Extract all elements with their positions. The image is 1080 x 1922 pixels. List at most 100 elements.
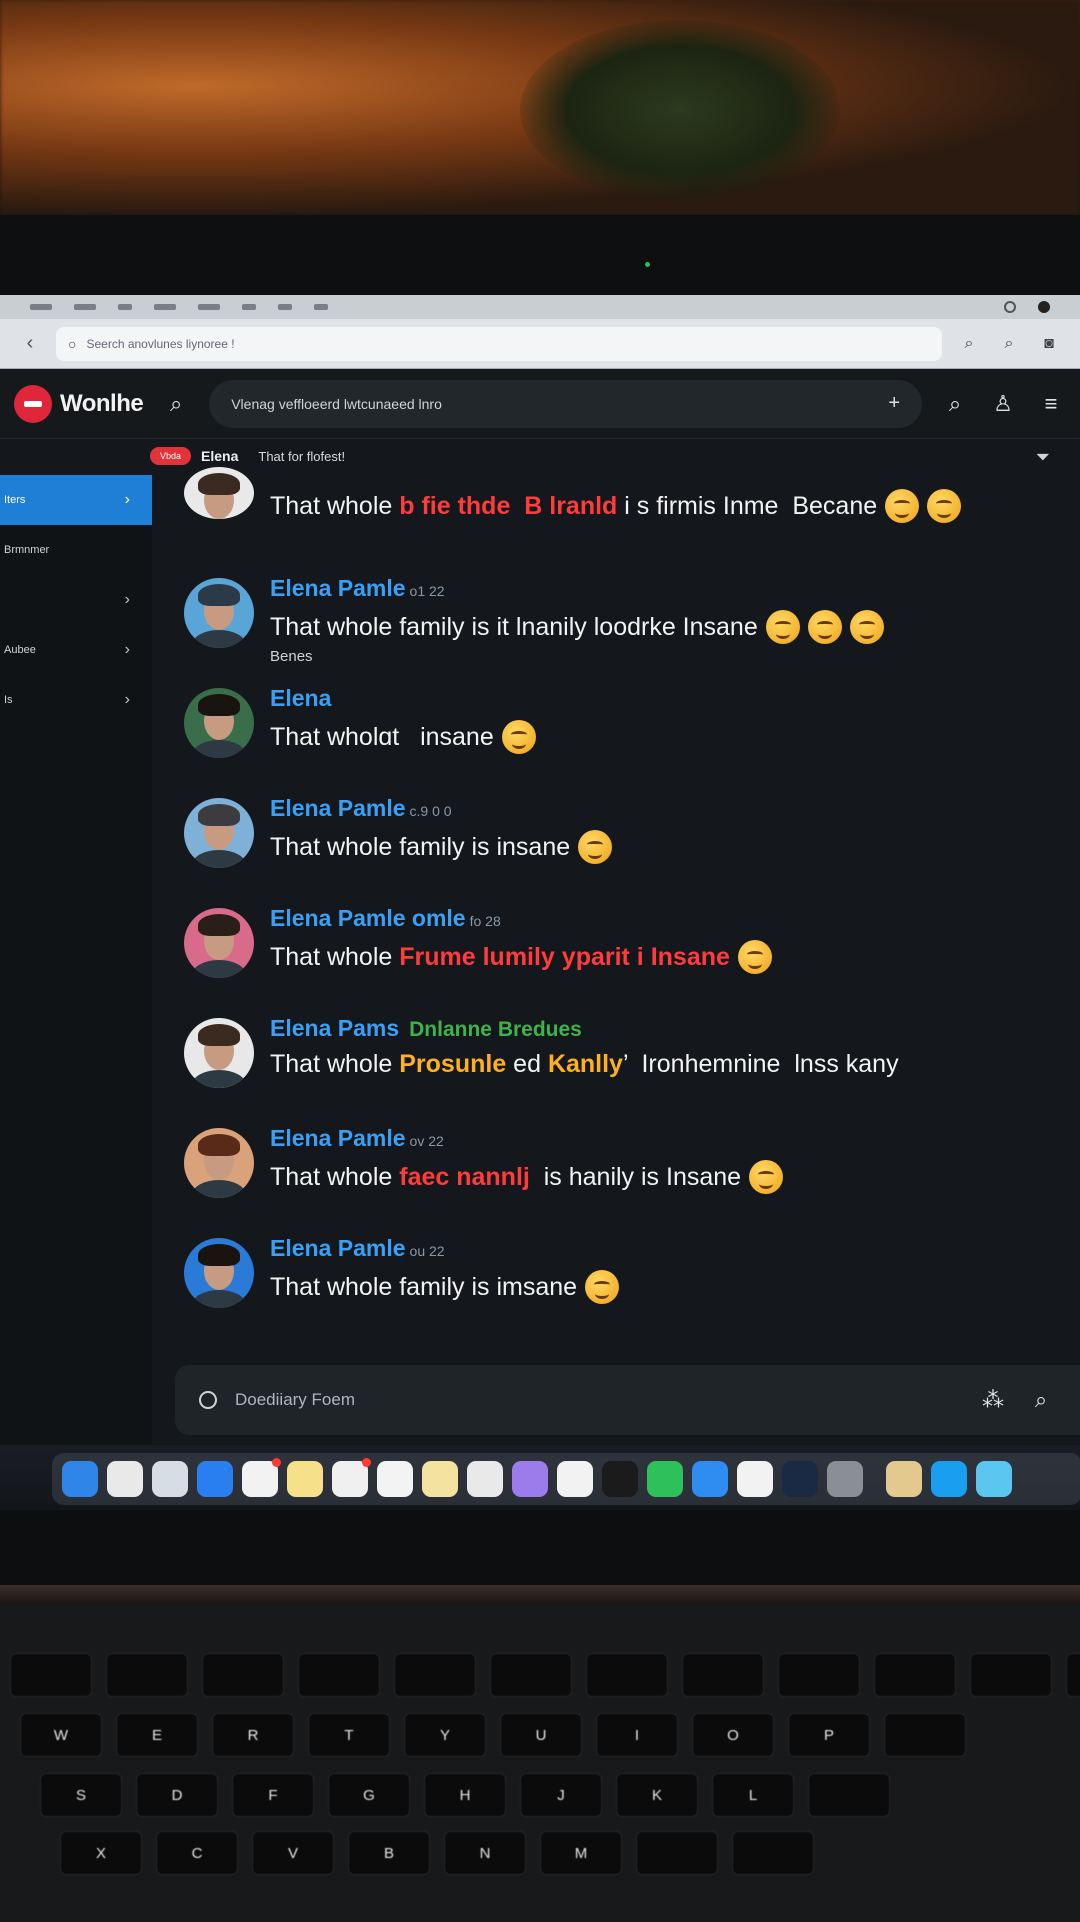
sidebar-item[interactable]: › (0, 575, 152, 625)
profile-icon[interactable]: ♙ (988, 391, 1018, 417)
menu-item[interactable] (242, 304, 256, 310)
avatar[interactable] (184, 798, 254, 868)
keyboard-key[interactable]: O (692, 1713, 774, 1757)
search-icon[interactable]: ⌕ (161, 391, 191, 417)
sidebar-item[interactable]: Is › (0, 675, 152, 725)
sidebar-item[interactable]: Iters › (0, 475, 152, 525)
extension-icon[interactable]: ◙ (1036, 335, 1062, 353)
keyboard-key[interactable]: F (232, 1773, 314, 1817)
keyboard-key[interactable] (10, 1653, 92, 1697)
menu-item[interactable] (74, 304, 96, 310)
address-bar[interactable]: ○ Seerch anovlunes liynoree ! (56, 326, 942, 361)
keyboard-key[interactable] (586, 1653, 668, 1697)
keyboard-key[interactable]: V (252, 1831, 334, 1875)
search-icon[interactable]: ⌕ (956, 335, 982, 353)
keyboard-key[interactable]: G (328, 1773, 410, 1817)
keyboard-key[interactable]: C (156, 1831, 238, 1875)
keyboard-key[interactable] (394, 1653, 476, 1697)
keyboard-key[interactable]: K (616, 1773, 698, 1817)
dock-app-icon[interactable] (197, 1461, 233, 1497)
menu-item[interactable] (314, 304, 328, 310)
keyboard-key[interactable]: U (500, 1713, 582, 1757)
keyboard-key[interactable] (884, 1713, 966, 1757)
dock-app-icon[interactable] (737, 1461, 773, 1497)
filter-icon[interactable]: ⏷ (1036, 447, 1050, 468)
keyboard-key[interactable] (202, 1653, 284, 1697)
menu-item[interactable] (278, 304, 292, 310)
message-author[interactable]: Elena Pamle ov 22 (270, 1125, 444, 1152)
menu-item[interactable] (118, 304, 132, 310)
dock-app-icon[interactable] (242, 1458, 281, 1497)
dock-app-icon[interactable] (602, 1461, 638, 1497)
keyboard-key[interactable]: B (348, 1831, 430, 1875)
dock-app-icon[interactable] (422, 1461, 458, 1497)
keyboard-key[interactable] (106, 1653, 188, 1697)
grid-icon[interactable]: ⁂ (978, 1387, 1008, 1413)
plus-icon[interactable]: + (888, 392, 900, 415)
dock-app-icon[interactable] (512, 1461, 548, 1497)
keyboard-key[interactable] (636, 1831, 718, 1875)
message-row[interactable]: Elena Pamle ou 22 That whole family is ims… (180, 1230, 1060, 1340)
avatar[interactable] (184, 908, 254, 978)
search-icon[interactable]: ⌕ (996, 335, 1022, 353)
keyboard-key[interactable]: J (520, 1773, 602, 1817)
message-composer[interactable]: Doediiary Foem ⁂ ⌕ (175, 1365, 1080, 1435)
message-author[interactable]: Elena Pamle o1 22 (270, 575, 445, 602)
sidebar-item[interactable]: Aubee › (0, 625, 152, 675)
dock-app-icon[interactable] (107, 1461, 143, 1497)
status-icon[interactable] (1038, 301, 1050, 313)
dock-app-icon[interactable] (467, 1461, 503, 1497)
sidebar-item[interactable]: Brmnmer (0, 525, 152, 575)
avatar[interactable] (184, 688, 254, 758)
chevron-left-icon[interactable]: ‹ (18, 332, 42, 355)
dock-app-icon[interactable] (62, 1461, 98, 1497)
message-row[interactable]: Elena That wholɑt insane (180, 680, 1060, 790)
avatar[interactable] (184, 467, 254, 519)
avatar[interactable] (184, 1128, 254, 1198)
keyboard-key[interactable] (874, 1653, 956, 1697)
message-row[interactable]: Elena Pamle c.9 0 0 That whole family is i… (180, 790, 1060, 900)
hamburger-menu-icon[interactable]: ≡ (1036, 391, 1066, 417)
message-author[interactable]: Elena Pamle ou 22 (270, 1235, 445, 1262)
keyboard-key[interactable]: L (712, 1773, 794, 1817)
keyboard-key[interactable]: H (424, 1773, 506, 1817)
avatar[interactable] (184, 1238, 254, 1308)
message-author[interactable]: Elena (270, 685, 331, 712)
keyboard-key[interactable] (970, 1653, 1052, 1697)
dock-app-icon[interactable] (557, 1461, 593, 1497)
message-row[interactable]: Elena Pams Dnlanne Bredues That whole Pros… (180, 1010, 1060, 1120)
dock-app-icon[interactable] (931, 1461, 967, 1497)
message-row[interactable]: That whole b fie thde B lranld i s firmi… (180, 467, 1060, 570)
keyboard-key[interactable]: P (788, 1713, 870, 1757)
dock-app-icon[interactable] (287, 1461, 323, 1497)
keyboard-key[interactable] (682, 1653, 764, 1697)
control-center-icon[interactable] (1004, 301, 1016, 313)
keyboard-key[interactable]: T (308, 1713, 390, 1757)
keyboard-key[interactable] (778, 1653, 860, 1697)
dock-app-icon[interactable] (692, 1461, 728, 1497)
keyboard-key[interactable] (808, 1773, 890, 1817)
dock-app-icon[interactable] (152, 1461, 188, 1497)
keyboard-key[interactable]: Y (404, 1713, 486, 1757)
search-icon[interactable]: ⌕ (1026, 1387, 1056, 1413)
menu-item[interactable] (154, 304, 176, 310)
menu-item[interactable] (198, 304, 220, 310)
message-author[interactable]: Elena Pamle c.9 0 0 (270, 795, 452, 822)
message-row[interactable]: Elena Pamle ov 22 That whole faec nannlj i… (180, 1120, 1060, 1230)
dock-app-icon[interactable] (827, 1461, 863, 1497)
keyboard-key[interactable]: E (116, 1713, 198, 1757)
keyboard-key[interactable]: X (60, 1831, 142, 1875)
dock-app-icon[interactable] (782, 1461, 818, 1497)
search-icon[interactable]: ⌕ (940, 391, 970, 417)
dock-app-icon[interactable] (377, 1461, 413, 1497)
dock-app-icon[interactable] (886, 1461, 922, 1497)
keyboard-key[interactable] (298, 1653, 380, 1697)
dock-app-icon[interactable] (332, 1458, 371, 1497)
keyboard-key[interactable]: W (20, 1713, 102, 1757)
avatar[interactable] (184, 578, 254, 648)
dock-app-icon[interactable] (647, 1461, 683, 1497)
keyboard-key[interactable] (1066, 1653, 1080, 1697)
menu-item[interactable] (30, 304, 52, 310)
keyboard-key[interactable]: M (540, 1831, 622, 1875)
app-logo[interactable]: Wonlhe (14, 384, 144, 423)
